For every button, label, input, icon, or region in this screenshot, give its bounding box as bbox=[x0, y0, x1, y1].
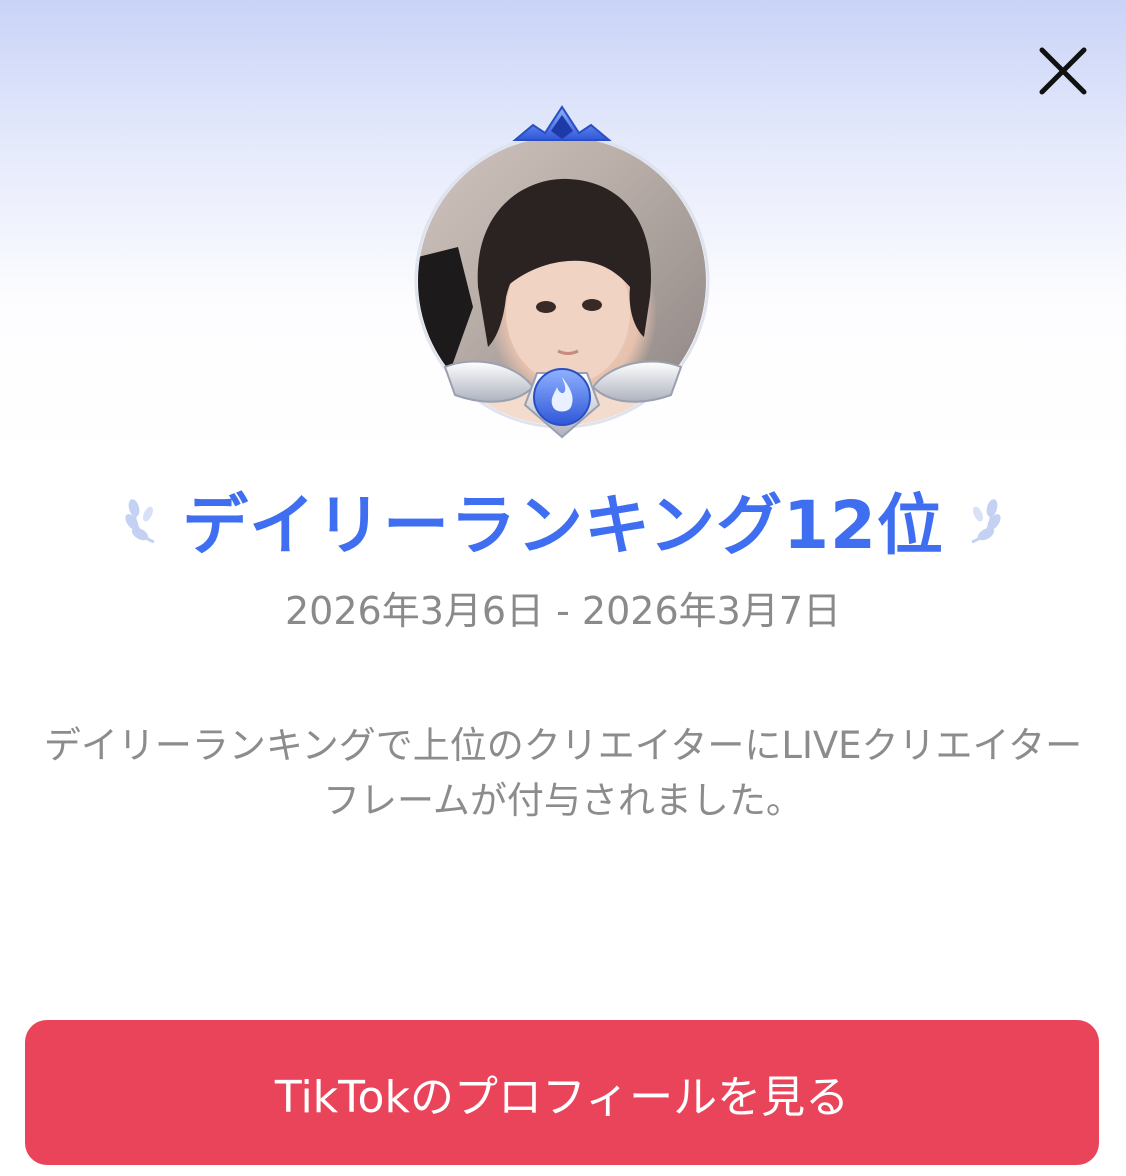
close-button[interactable] bbox=[1030, 38, 1096, 104]
creator-frame-icon bbox=[414, 105, 710, 439]
laurel-icon bbox=[971, 499, 1001, 544]
ranking-title: デイリーランキング12位 bbox=[182, 487, 944, 564]
view-profile-button[interactable]: TikTokのプロフィールを見る bbox=[25, 1020, 1099, 1165]
avatar-frame bbox=[405, 105, 721, 440]
laurel-icon bbox=[125, 499, 155, 544]
date-range: 2026年3月6日 - 2026年3月7日 bbox=[285, 589, 841, 633]
description-text: デイリーランキングで上位のクリエイターにLIVEクリエイターフレームが付与されま… bbox=[43, 724, 1083, 822]
ranking-modal: デイリーランキング12位 2026年3月6日 - 2026年3月7日 デイリーラ… bbox=[0, 0, 1126, 1176]
close-icon bbox=[1039, 47, 1087, 95]
title-row: デイリーランキング12位 bbox=[0, 470, 1126, 570]
